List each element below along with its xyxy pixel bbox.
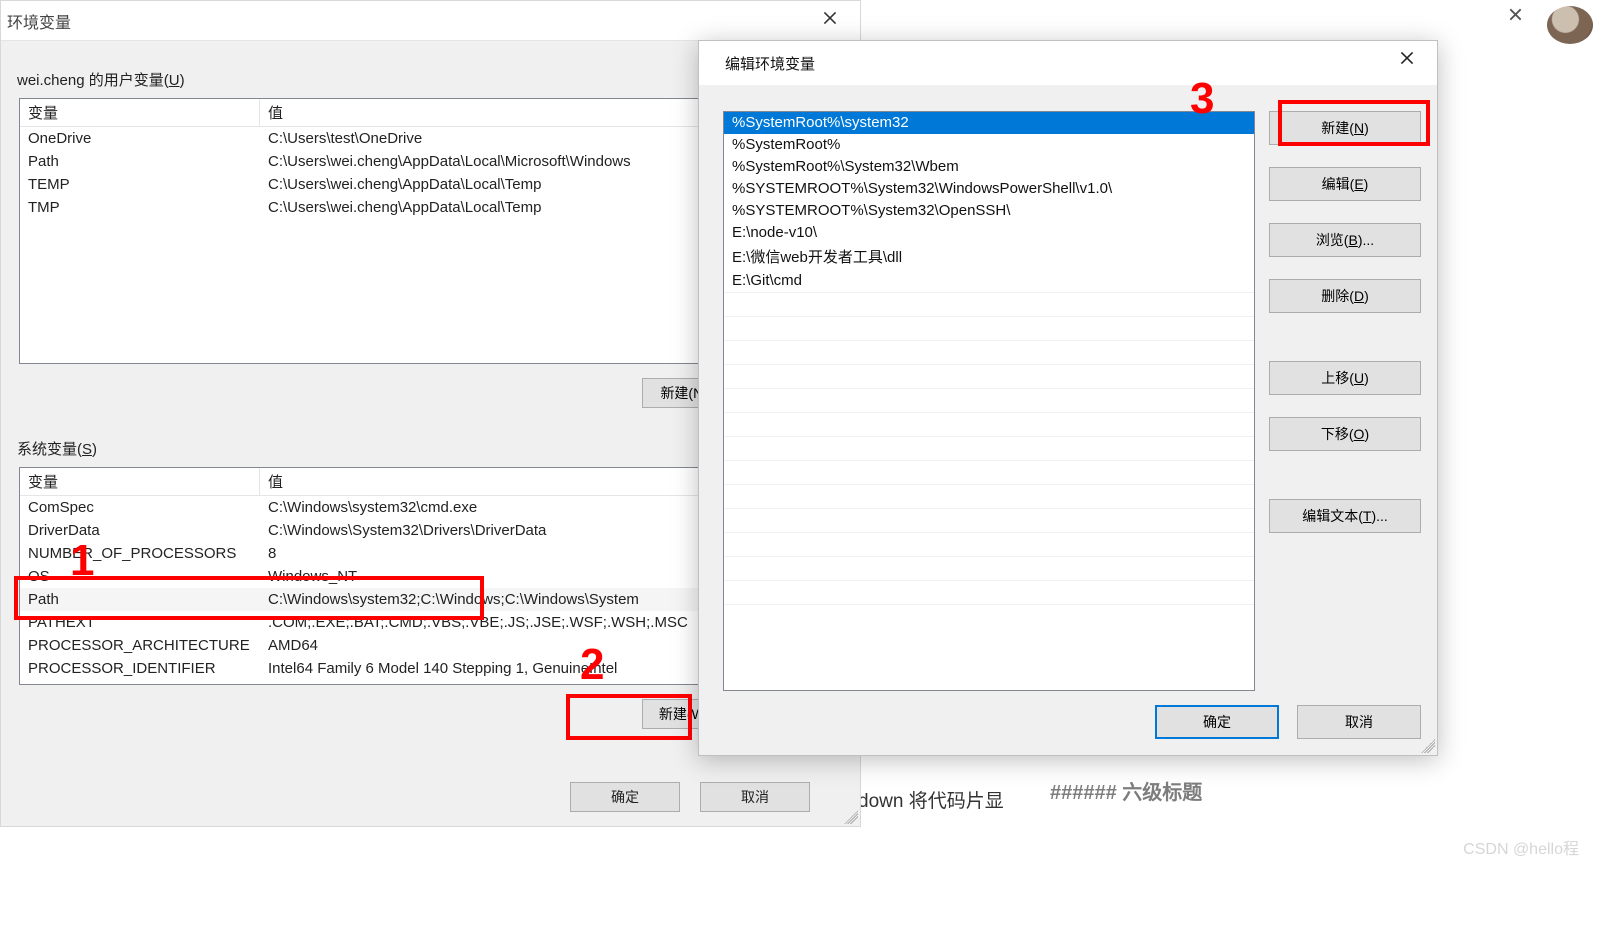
cell-variable: ComSpec	[20, 498, 260, 517]
edit-cancel-button[interactable]: 取消	[1297, 705, 1421, 739]
list-item[interactable]: %SYSTEMROOT%\System32\OpenSSH\	[724, 200, 1254, 222]
edit-dialog-titlebar: 编辑环境变量	[699, 41, 1437, 85]
list-item-empty[interactable]	[724, 508, 1254, 532]
list-item[interactable]: %SystemRoot%	[724, 134, 1254, 156]
list-item[interactable]: E:\node-v10\	[724, 222, 1254, 244]
cell-variable: PROCESSOR_IDENTIFIER	[20, 659, 260, 678]
list-item-empty[interactable]	[724, 604, 1254, 628]
cell-variable: PATHEXT	[20, 613, 260, 632]
cell-variable: DriverData	[20, 521, 260, 540]
path-moveup-button[interactable]: 上移(U)	[1269, 361, 1421, 395]
cell-variable: NUMBER_OF_PROCESSORS	[20, 544, 260, 563]
list-item-empty[interactable]	[724, 364, 1254, 388]
list-item-empty[interactable]	[724, 436, 1254, 460]
list-item-empty[interactable]	[724, 316, 1254, 340]
cell-variable: PROCESSOR_ARCHITECTURE	[20, 636, 260, 655]
list-item[interactable]: E:\Git\cmd	[724, 270, 1254, 292]
edit-ok-button[interactable]: 确定	[1155, 705, 1279, 739]
list-item-empty[interactable]	[724, 556, 1254, 580]
cell-variable: OneDrive	[20, 129, 260, 148]
col-variable[interactable]: 变量	[20, 99, 260, 126]
user-avatar	[1547, 6, 1593, 44]
csdn-watermark: CSDN @hello程	[1463, 835, 1579, 859]
cell-variable: Path	[20, 152, 260, 171]
edit-dialog-side-buttons: 新建(N) 编辑(E) 浏览(B)... 删除(D) 上移(U) 下移(O)	[1269, 111, 1421, 691]
resize-grip-icon[interactable]	[1421, 739, 1435, 753]
resize-grip-icon[interactable]	[844, 810, 858, 824]
col-variable[interactable]: 变量	[20, 468, 260, 495]
path-movedown-button[interactable]: 下移(O)	[1269, 417, 1421, 451]
path-listbox[interactable]: %SystemRoot%\system32%SystemRoot%%System…	[723, 111, 1255, 691]
list-item[interactable]: E:\微信web开发者工具\dll	[724, 244, 1254, 270]
path-edittext-button[interactable]: 编辑文本(T)...	[1269, 499, 1421, 533]
close-icon[interactable]	[808, 9, 852, 33]
edit-env-var-dialog: 编辑环境变量 %SystemRoot%\system32%SystemRoot%…	[698, 40, 1438, 756]
path-delete-button[interactable]: 删除(D)	[1269, 279, 1421, 313]
cell-variable: TMP	[20, 198, 260, 217]
list-item-empty[interactable]	[724, 292, 1254, 316]
list-item-empty[interactable]	[724, 484, 1254, 508]
edit-dialog-title: 编辑环境变量	[725, 53, 815, 74]
cell-variable: Path	[20, 590, 260, 609]
path-new-button[interactable]: 新建(N)	[1269, 111, 1421, 145]
path-edit-button[interactable]: 编辑(E)	[1269, 167, 1421, 201]
path-browse-button[interactable]: 浏览(B)...	[1269, 223, 1421, 257]
list-item-empty[interactable]	[724, 340, 1254, 364]
cell-variable: OS	[20, 567, 260, 586]
list-item-empty[interactable]	[724, 412, 1254, 436]
bg-markdown-fragment: down 将代码片显	[858, 786, 1004, 813]
cell-variable: TEMP	[20, 175, 260, 194]
list-item-empty[interactable]	[724, 460, 1254, 484]
env-cancel-button[interactable]: 取消	[700, 782, 810, 812]
list-item[interactable]: %SystemRoot%\system32	[724, 112, 1254, 134]
env-dialog-title: 环境变量	[7, 9, 71, 33]
close-icon[interactable]	[1509, 8, 1531, 28]
list-item-empty[interactable]	[724, 532, 1254, 556]
list-item-empty[interactable]	[724, 580, 1254, 604]
list-item[interactable]: %SYSTEMROOT%\System32\WindowsPowerShell\…	[724, 178, 1254, 200]
close-icon[interactable]	[1385, 49, 1429, 77]
bg-heading6: ###### 六级标题	[1050, 776, 1202, 805]
list-item[interactable]: %SystemRoot%\System32\Wbem	[724, 156, 1254, 178]
list-item-empty[interactable]	[724, 388, 1254, 412]
env-dialog-titlebar: 环境变量	[1, 1, 860, 41]
env-ok-button[interactable]: 确定	[570, 782, 680, 812]
